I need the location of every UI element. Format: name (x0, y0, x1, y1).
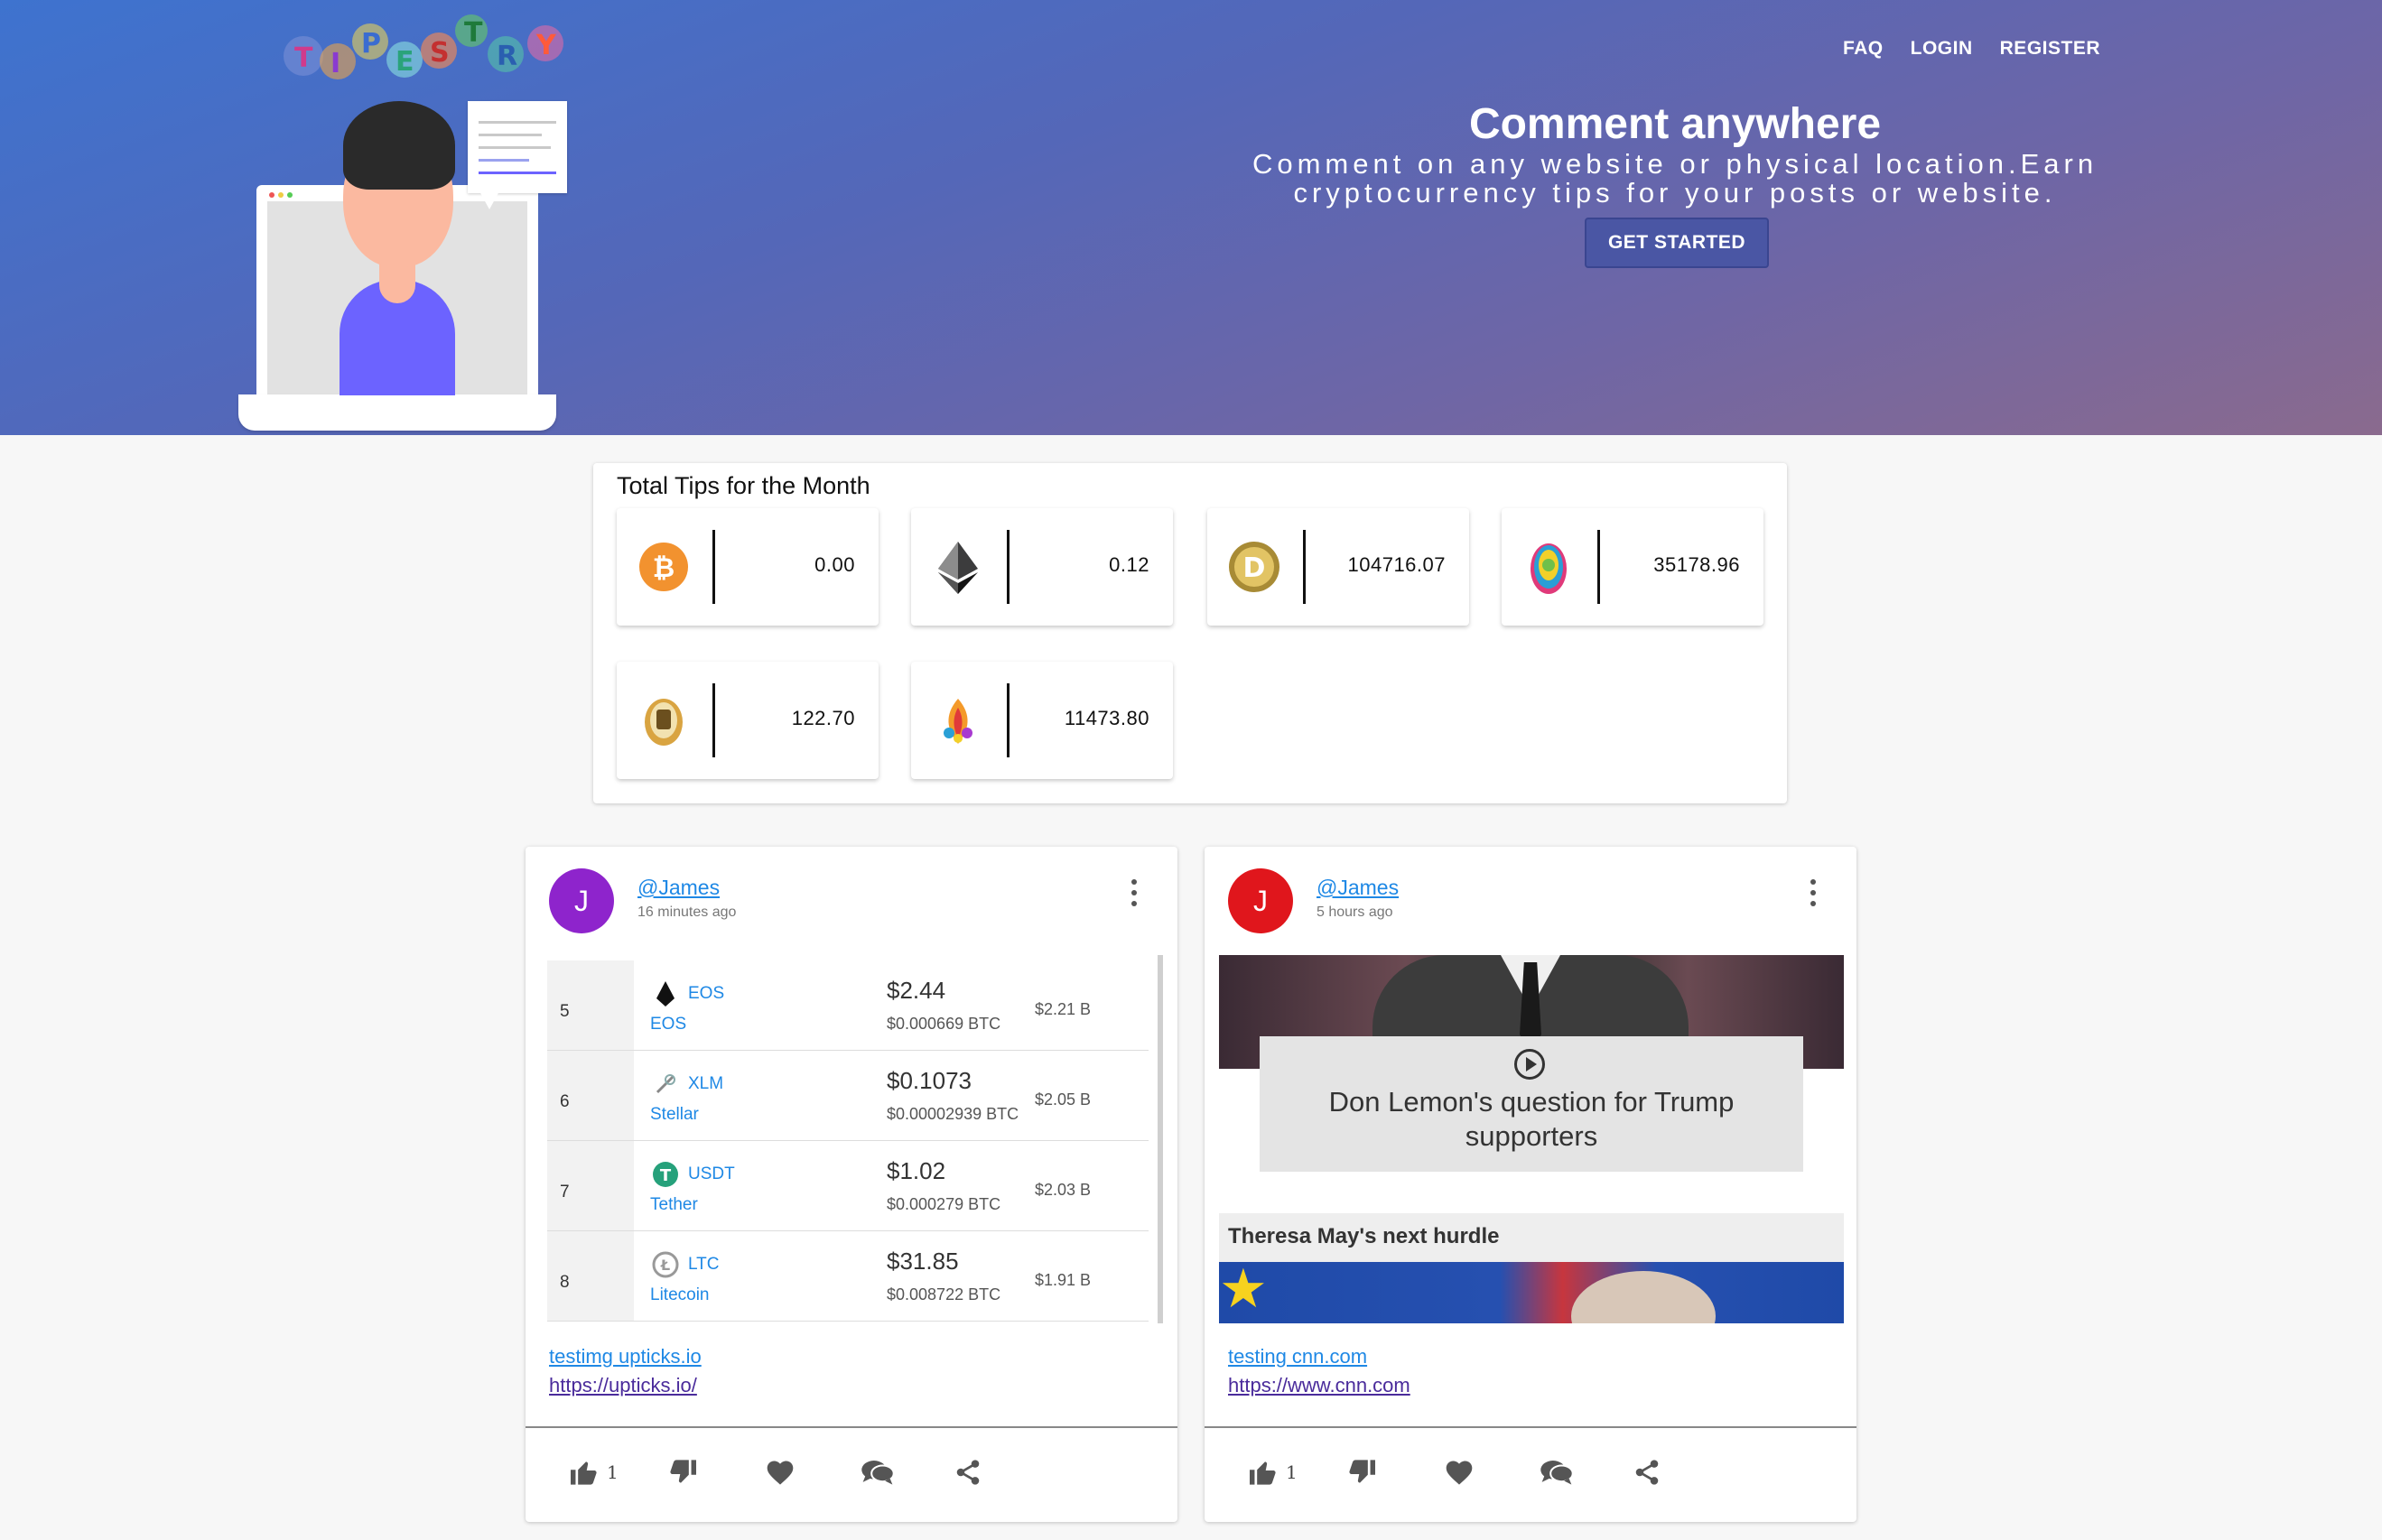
website-preview[interactable]: Don Lemon's question for Trump supporter… (1219, 955, 1844, 1323)
play-icon[interactable] (1514, 1049, 1545, 1080)
tip-value: 0.12 (1109, 553, 1149, 576)
nav-register[interactable]: REGISTER (2000, 38, 2100, 60)
share-icon (1635, 1460, 1659, 1485)
svg-text:T: T (660, 1166, 672, 1185)
svg-text:R: R (497, 41, 517, 72)
post-author-handle[interactable]: @James (1317, 876, 1399, 900)
hero-subtitle: Comment on any website or physical locat… (1251, 148, 2098, 209)
comments-icon (861, 1461, 895, 1485)
nav-login[interactable]: LOGIN (1911, 38, 1973, 60)
table-row: 5 EOS EOS $2.44 $0.000669 BTC $2.21 B (547, 960, 1149, 1051)
tip-tile: D 104716.07 (1207, 508, 1469, 626)
tether-icon: T (653, 1162, 678, 1187)
table-row: 6 XLM Stellar $0.1073 $0.00002939 BTC $2… (547, 1051, 1149, 1141)
tip-value: 11473.80 (1064, 707, 1149, 729)
table-row: 8 Ł LTC Litecoin $31.85 $0.008722 BTC $1… (547, 1231, 1149, 1322)
hero-title: Comment anywhere (1468, 100, 1882, 148)
post-actions: 1 (1244, 1450, 1666, 1495)
svg-text:T: T (294, 42, 313, 74)
svg-text:₿: ₿ (653, 552, 675, 584)
dislike-button[interactable] (1343, 1453, 1381, 1491)
post-card: J @James 5 hours ago Don Lemon's questio… (1205, 847, 1856, 1522)
news-headline[interactable]: Theresa May's next hurdle (1228, 1224, 1499, 1249)
nav-faq[interactable]: FAQ (1843, 38, 1884, 60)
thumbs-up-icon (1250, 1461, 1276, 1485)
speech-bubble-illustration (468, 101, 567, 193)
share-icon (956, 1460, 980, 1485)
news-image: ★ (1219, 1262, 1844, 1323)
heart-icon (1446, 1461, 1473, 1485)
share-button[interactable] (1628, 1453, 1666, 1491)
avatar[interactable]: J (549, 868, 614, 933)
hero-banner: T I P E S T R Y FAQ LOGIN REGISTER Comme… (0, 0, 2382, 435)
tip-value: 0.00 (814, 553, 855, 576)
website-preview[interactable]: 5 EOS EOS $2.44 $0.000669 BTC $2.21 B 6 … (547, 955, 1163, 1323)
post-timestamp: 16 minutes ago (637, 905, 737, 920)
table-row: 7 T USDT Tether $1.02 $0.000279 BTC $2.0… (547, 1141, 1149, 1231)
svg-text:S: S (430, 37, 450, 69)
post-card: J @James 16 minutes ago 5 EOS EOS $2.44 … (526, 847, 1177, 1522)
more-options-icon[interactable] (1810, 879, 1817, 906)
tips-title: Total Tips for the Month (617, 472, 870, 499)
tip-tile: 122.70 (617, 662, 879, 779)
post-author-handle[interactable]: @James (637, 876, 720, 900)
dogecoin-icon: D (1229, 542, 1279, 592)
monthly-tips-card: Total Tips for the Month ₿ 0.00 0.12 D 1… (593, 463, 1787, 803)
svg-text:P: P (361, 28, 381, 60)
svg-text:E: E (395, 46, 414, 78)
heart-icon (767, 1461, 794, 1485)
svg-text:Ł: Ł (660, 1257, 670, 1274)
bitcoin-icon: ₿ (639, 543, 688, 591)
tip-value: 104716.07 (1347, 553, 1446, 576)
tip-value: 122.70 (791, 707, 855, 729)
get-started-button[interactable]: GET STARTED (1585, 218, 1769, 268)
post-title-link[interactable]: testing cnn.com (1228, 1345, 1367, 1368)
stellar-icon (656, 1074, 675, 1094)
thumbs-down-icon (670, 1460, 696, 1483)
comment-button[interactable] (1538, 1453, 1576, 1491)
coin-6-icon (944, 699, 972, 744)
comment-button[interactable] (859, 1453, 897, 1491)
top-nav: FAQ LOGIN REGISTER (1816, 38, 2100, 60)
like-count: 1 (1286, 1461, 1298, 1483)
post-actions: 1 (565, 1450, 987, 1495)
like-count: 1 (607, 1461, 619, 1483)
post-timestamp: 5 hours ago (1317, 905, 1393, 920)
tip-tile: ₿ 0.00 (617, 508, 879, 626)
like-button[interactable] (1244, 1453, 1282, 1491)
post-title-link[interactable]: testimg upticks.io (549, 1345, 702, 1368)
thumbs-down-icon (1349, 1460, 1375, 1483)
svg-text:D: D (1243, 552, 1266, 584)
tipestry-logo[interactable]: T I P E S T R Y (278, 11, 576, 83)
post-url-link[interactable]: https://www.cnn.com (1228, 1374, 1410, 1397)
like-button[interactable] (565, 1453, 603, 1491)
avatar[interactable]: J (1228, 868, 1293, 933)
more-options-icon[interactable] (1131, 879, 1138, 906)
tip-tile: 11473.80 (911, 662, 1173, 779)
tip-tile: 35178.96 (1502, 508, 1763, 626)
tip-tile: 0.12 (911, 508, 1173, 626)
favorite-button[interactable] (1440, 1453, 1478, 1491)
favorite-button[interactable] (761, 1453, 799, 1491)
thumbs-up-icon (571, 1461, 597, 1485)
coin-5-icon (645, 699, 683, 746)
post-url-link[interactable]: https://upticks.io/ (549, 1374, 697, 1397)
coin-4-icon (1531, 543, 1567, 594)
svg-text:Y: Y (535, 30, 557, 61)
svg-text:I: I (330, 48, 340, 79)
share-button[interactable] (949, 1453, 987, 1491)
comments-icon (1540, 1461, 1574, 1485)
tip-value: 35178.96 (1653, 553, 1740, 576)
dislike-button[interactable] (664, 1453, 702, 1491)
svg-text:T: T (464, 17, 483, 49)
ethereum-icon (938, 542, 978, 594)
video-caption-box[interactable]: Don Lemon's question for Trump supporter… (1260, 1036, 1803, 1172)
litecoin-icon: Ł (652, 1251, 679, 1278)
eos-icon (656, 981, 675, 1007)
